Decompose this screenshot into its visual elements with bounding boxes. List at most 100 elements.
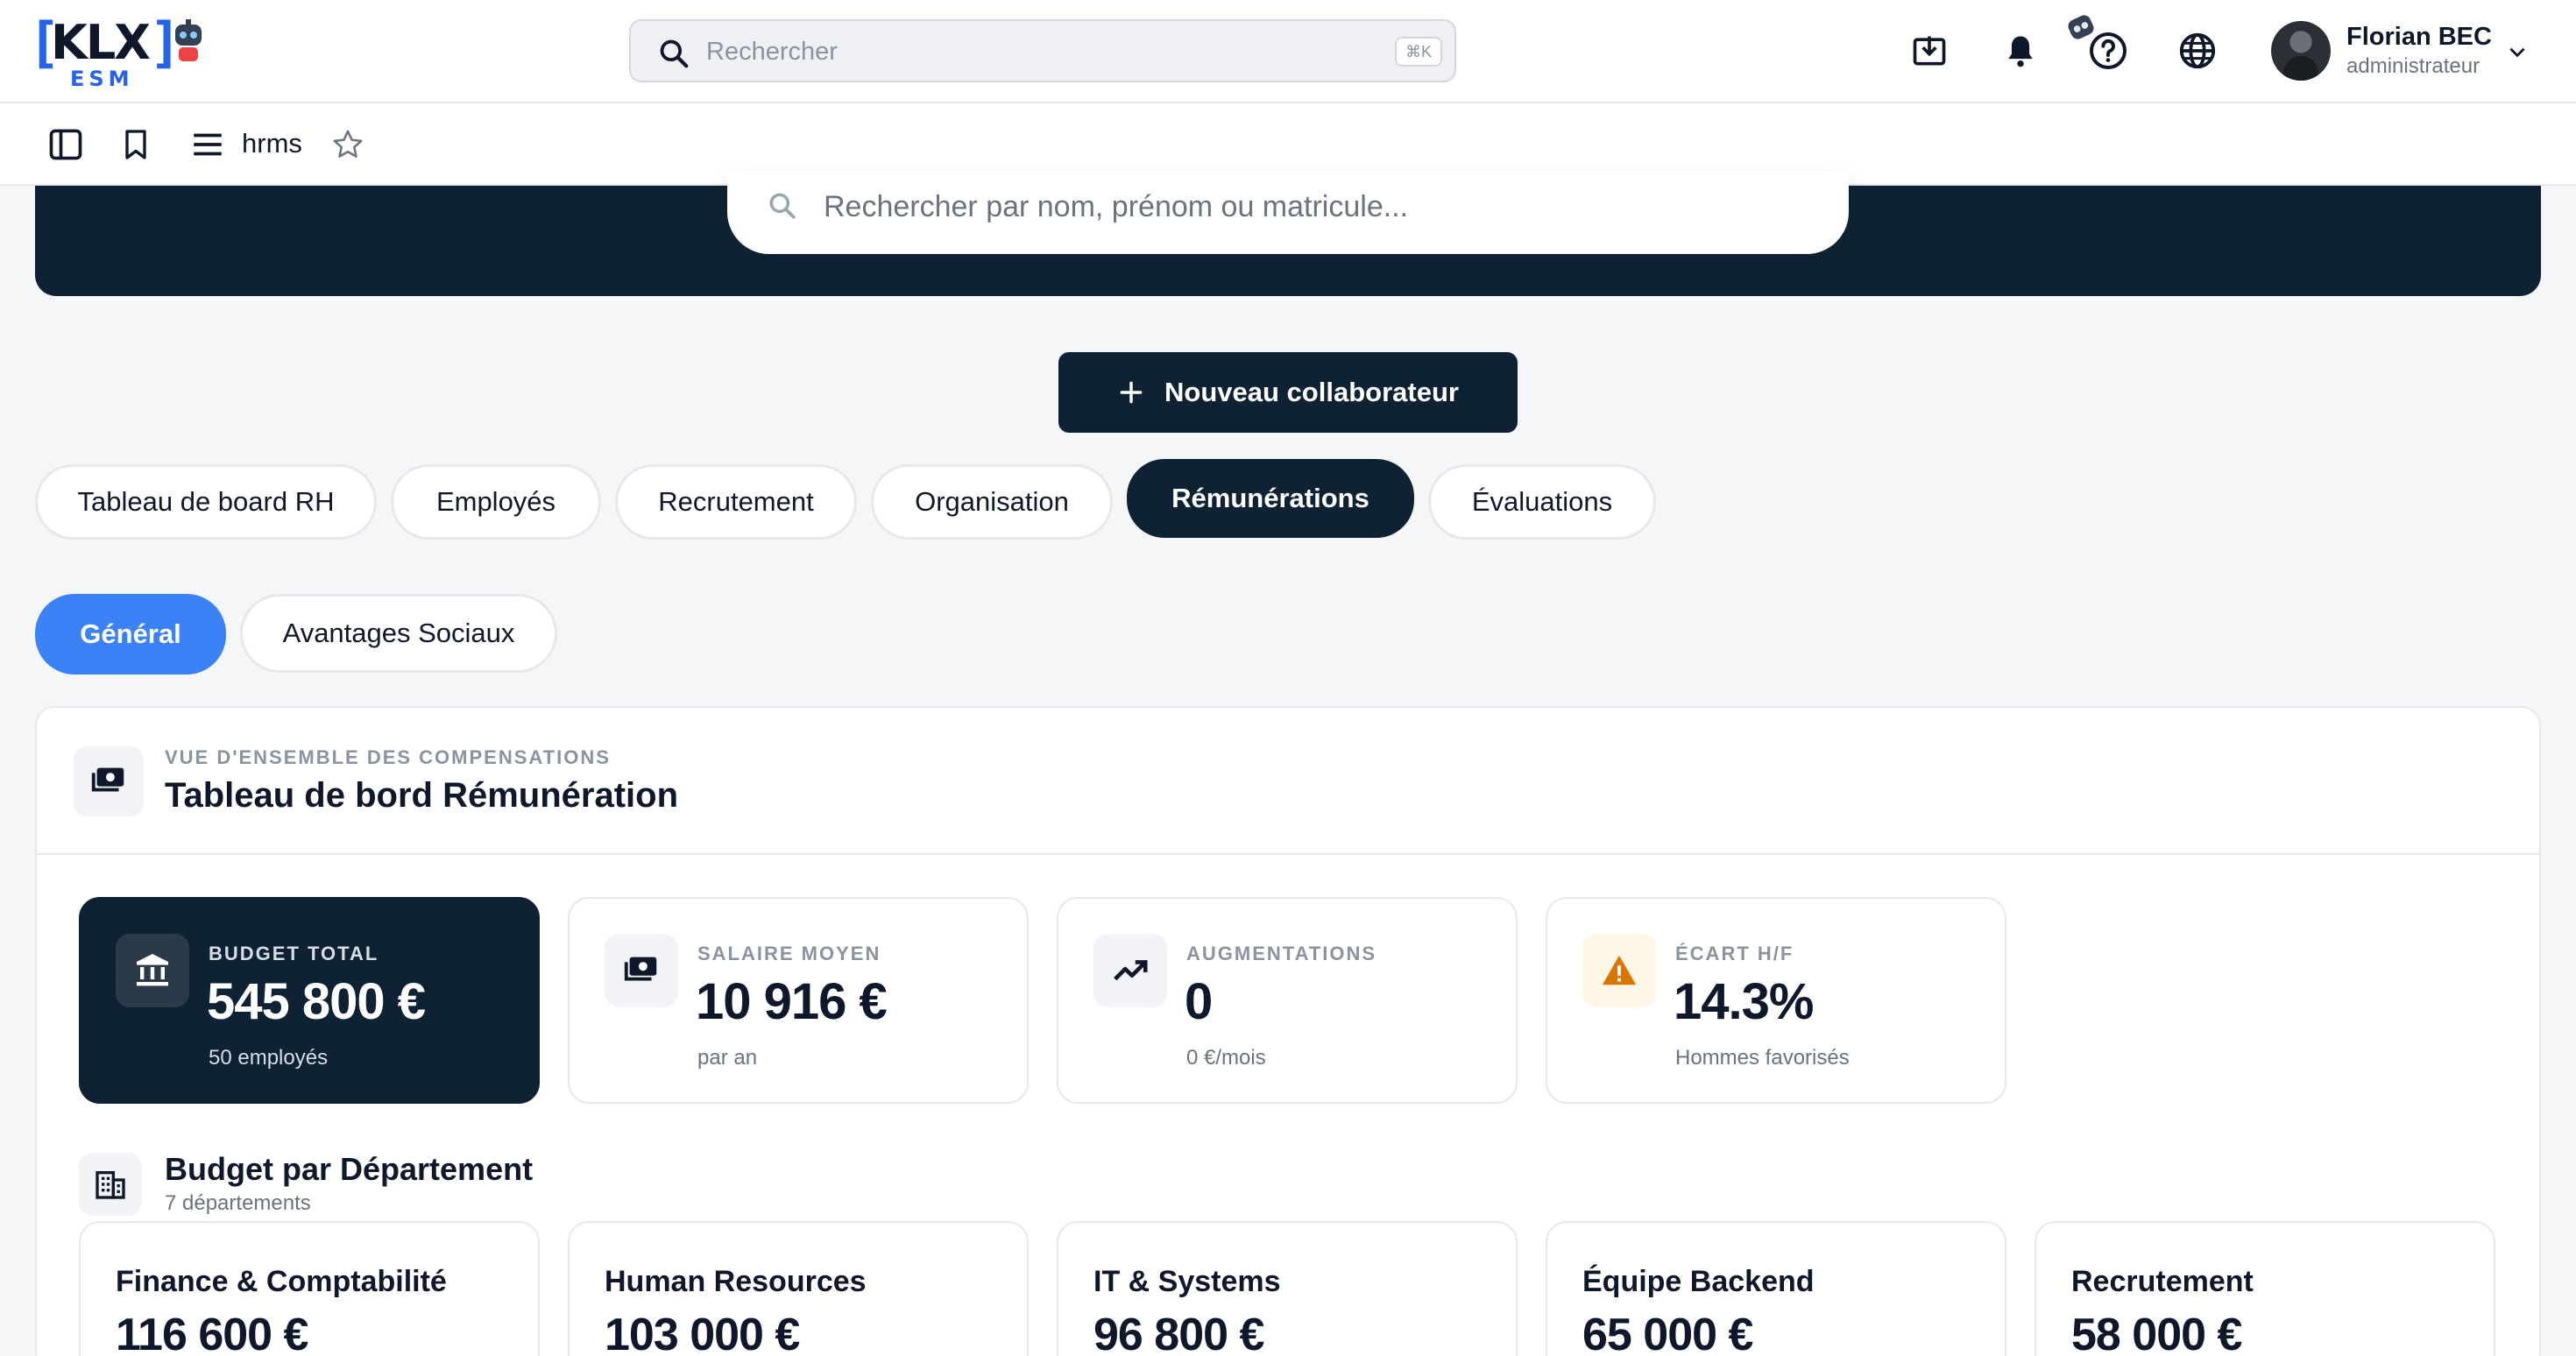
kpi-icon xyxy=(1093,934,1167,1007)
sidebar-icon xyxy=(49,129,82,160)
department-count: 7 départements xyxy=(165,1191,311,1215)
kpi-value: 0 xyxy=(1185,973,1213,1030)
subtab-general[interactable]: Général xyxy=(35,594,226,674)
global-search[interactable]: ⌘K xyxy=(629,19,1456,82)
tab-dashboard-rh[interactable]: Tableau de board RH xyxy=(35,464,377,540)
department-card[interactable]: IT & Systems 96 800 € xyxy=(1057,1221,1518,1356)
trending-up-icon xyxy=(1114,960,1148,981)
department-budget: 103 000 € xyxy=(605,1310,800,1356)
bookmarks-button[interactable] xyxy=(114,123,158,166)
department-section-title: Budget par Département xyxy=(165,1151,534,1187)
page-title: Tableau de bord Rémunération xyxy=(165,776,678,815)
money-icon xyxy=(91,767,124,792)
top-navbar: [ KLX ] ESM ⌘K xyxy=(0,0,2576,103)
kpi-subtext: Hommes favorisés xyxy=(1675,1046,1850,1070)
panel-eyebrow: VUE D'ENSEMBLE DES COMPENSATIONS xyxy=(165,746,611,768)
user-menu[interactable]: Florian BEC administrateur xyxy=(2271,19,2534,82)
logo-subtext: ESM xyxy=(70,67,134,91)
kpi-subtext: par an xyxy=(697,1046,758,1070)
download-icon xyxy=(1913,36,1946,66)
kpi-subtext: 50 employés xyxy=(209,1046,329,1070)
employee-search[interactable] xyxy=(727,172,1849,254)
tab-evaluations[interactable]: Évaluations xyxy=(1428,464,1656,540)
department-budget: 58 000 € xyxy=(2071,1310,2242,1356)
kpi-subtext: 0 €/mois xyxy=(1186,1046,1266,1070)
logo-text: KLX xyxy=(51,15,151,70)
notifications-button[interactable] xyxy=(1994,25,2047,77)
money-icon xyxy=(624,957,657,981)
tab-label: Rémunérations xyxy=(1171,483,1369,513)
subtab-label: Général xyxy=(80,618,181,649)
tab-label: Organisation xyxy=(915,486,1069,517)
tab-remunerations[interactable]: Rémunérations xyxy=(1127,459,1414,538)
menu-icon xyxy=(194,133,222,156)
bell-icon xyxy=(2008,36,2033,67)
department-budget: 65 000 € xyxy=(1582,1310,1753,1356)
kpi-icon xyxy=(605,934,678,1007)
tab-organisation[interactable]: Organisation xyxy=(871,464,1113,540)
compensation-dashboard: VUE D'ENSEMBLE DES COMPENSATIONS Tableau… xyxy=(35,706,2541,1356)
warning-icon xyxy=(1602,955,1637,985)
tab-employees[interactable]: Employés xyxy=(391,464,601,540)
module-menu-button[interactable] xyxy=(186,123,230,166)
kpi-icon xyxy=(116,934,189,1007)
department-card[interactable]: Équipe Backend 65 000 € xyxy=(1546,1221,2006,1356)
subtab-social-benefits[interactable]: Avantages Sociaux xyxy=(240,594,557,673)
help-icon xyxy=(2090,32,2127,69)
user-role: administrateur xyxy=(2346,54,2480,78)
tab-recruitment[interactable]: Recrutement xyxy=(615,464,857,540)
module-name: hrms xyxy=(242,128,302,159)
kpi-label: ÉCART H/F xyxy=(1675,943,1794,964)
kpi-value: 14.3% xyxy=(1674,973,1814,1030)
tab-label: Recrutement xyxy=(658,486,814,517)
global-search-input[interactable] xyxy=(706,33,1320,70)
avatar xyxy=(2271,21,2331,81)
search-icon xyxy=(660,39,689,68)
toggle-sidebar-button[interactable] xyxy=(44,123,88,166)
subtab-label: Avantages Sociaux xyxy=(282,618,515,648)
department-name: IT & Systems xyxy=(1093,1265,1281,1298)
star-icon xyxy=(333,130,363,158)
new-collaborator-button[interactable]: Nouveau collaborateur xyxy=(1058,352,1518,433)
panel-header: VUE D'ENSEMBLE DES COMPENSATIONS Tableau… xyxy=(37,708,2539,855)
globe-icon xyxy=(2179,32,2216,69)
search-icon xyxy=(769,193,796,219)
user-name: Florian BEC xyxy=(2346,23,2492,51)
help-button[interactable] xyxy=(2082,25,2134,77)
department-card[interactable]: Human Resources 103 000 € xyxy=(568,1221,1029,1356)
plus-icon xyxy=(1120,381,1143,404)
department-name: Human Resources xyxy=(605,1265,867,1298)
department-section-icon xyxy=(79,1153,142,1216)
kpi-value: 10 916 € xyxy=(696,973,888,1030)
department-card[interactable]: Recrutement 58 000 € xyxy=(2035,1221,2495,1356)
download-button[interactable] xyxy=(1903,25,1956,77)
bookmark-icon xyxy=(125,130,146,159)
favorite-button[interactable] xyxy=(326,123,370,166)
app-logo[interactable]: [ KLX ] ESM xyxy=(28,12,212,91)
chevron-down-icon xyxy=(2509,47,2525,58)
kpi-label: SALAIRE MOYEN xyxy=(697,943,881,964)
robot-mascot-icon xyxy=(175,19,202,61)
kpi-icon xyxy=(1582,934,1656,1007)
kpi-card-raises: AUGMENTATIONS 0 0 €/mois xyxy=(1057,897,1518,1104)
tab-label: Évaluations xyxy=(1471,486,1613,517)
kpi-value: 545 800 € xyxy=(207,973,426,1030)
department-name: Équipe Backend xyxy=(1582,1265,1815,1298)
department-name: Finance & Comptabilité xyxy=(116,1265,447,1298)
department-budget: 116 600 € xyxy=(116,1310,308,1356)
language-button[interactable] xyxy=(2171,25,2224,77)
kpi-card-average-salary: SALAIRE MOYEN 10 916 € par an xyxy=(568,897,1029,1104)
employee-search-input[interactable] xyxy=(824,186,1787,228)
kpi-card-total-budget: BUDGET TOTAL 545 800 € 50 employés xyxy=(79,897,540,1104)
department-budget: 96 800 € xyxy=(1093,1310,1264,1356)
department-card[interactable]: Finance & Comptabilité 116 600 € xyxy=(79,1221,540,1356)
kpi-label: AUGMENTATIONS xyxy=(1186,943,1377,964)
new-collaborator-label: Nouveau collaborateur xyxy=(1164,377,1459,407)
department-name: Recrutement xyxy=(2071,1265,2254,1298)
kpi-label: BUDGET TOTAL xyxy=(209,943,379,964)
tab-label: Tableau de board RH xyxy=(77,486,335,517)
tab-label: Employés xyxy=(435,486,556,517)
panel-icon xyxy=(74,746,144,816)
bank-icon xyxy=(137,954,168,986)
search-shortcut-badge: ⌘K xyxy=(1394,37,1442,67)
